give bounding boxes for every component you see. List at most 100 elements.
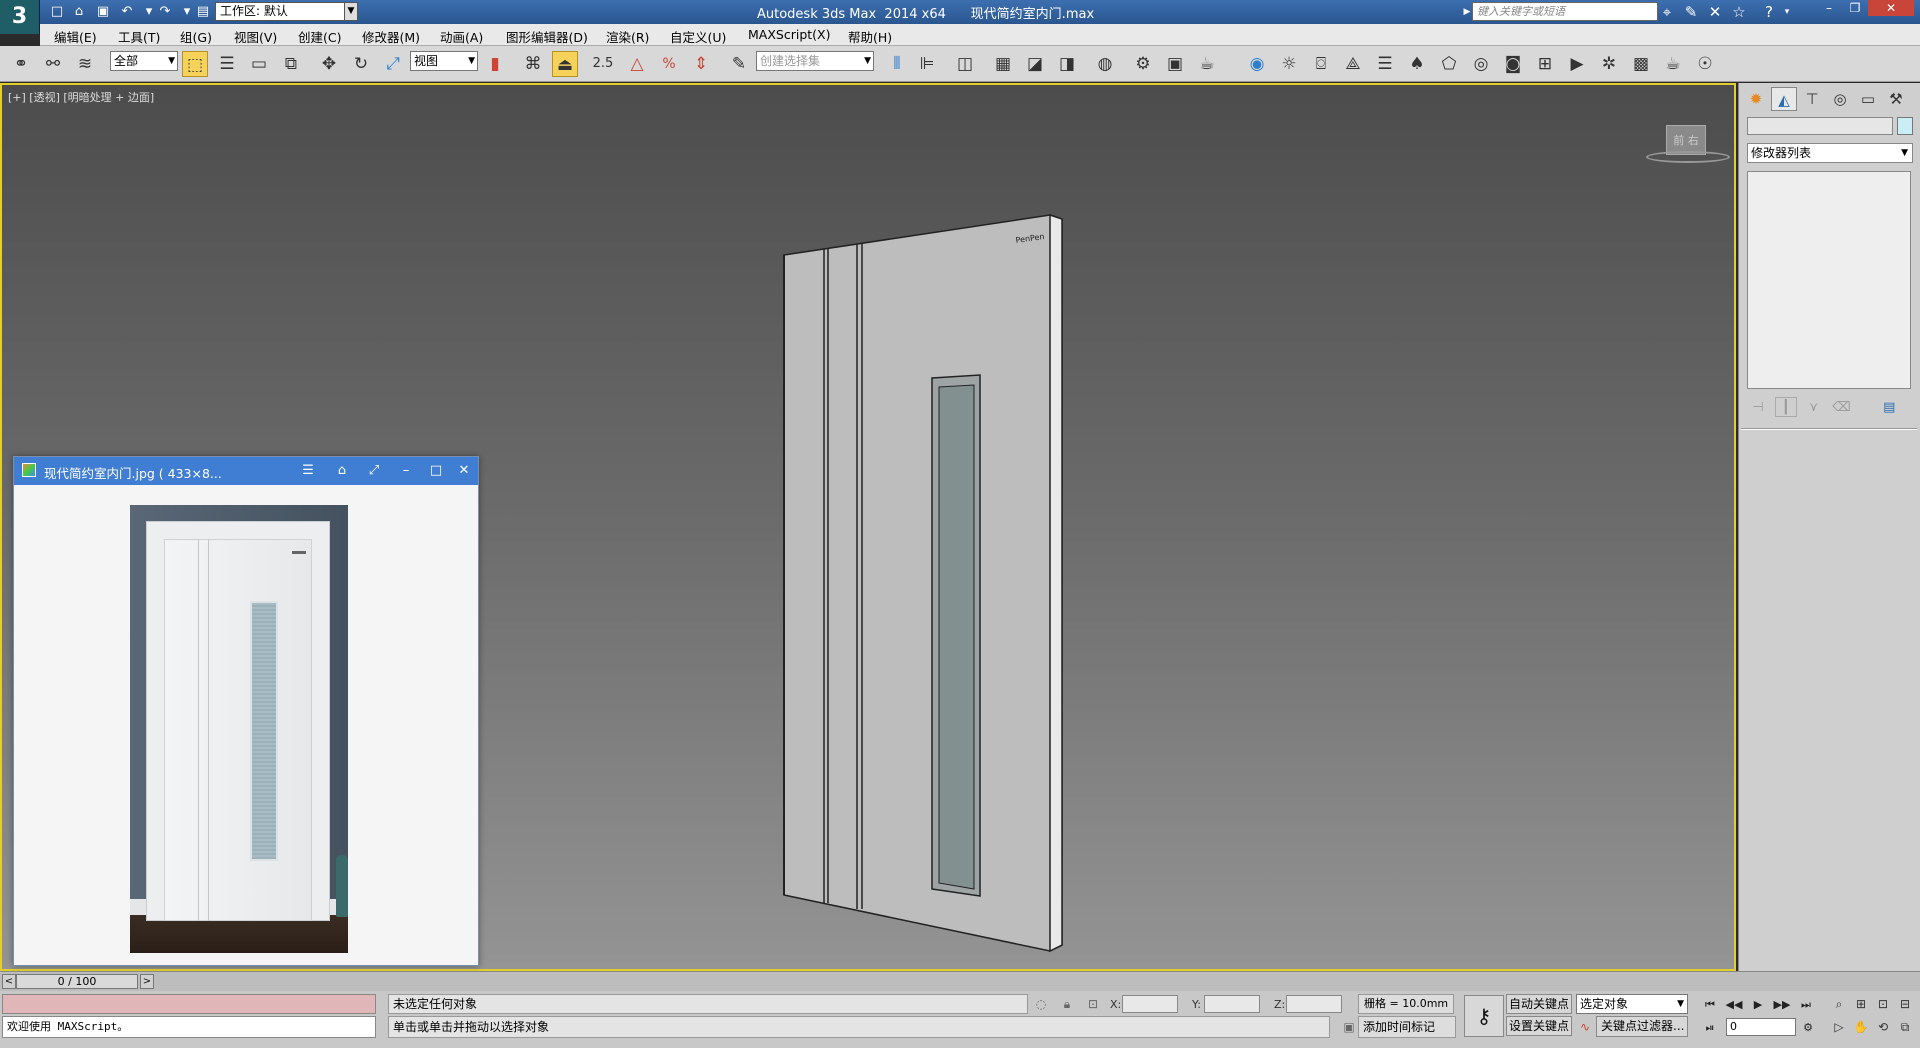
- image-viewer-titlebar[interactable]: 现代简约室内门.jpg ( 433×8... ☰ ⌂ ⤢ – □ ✕: [14, 457, 478, 485]
- zoom-extents-icon[interactable]: ⊡: [1874, 995, 1892, 1013]
- key-filters-button[interactable]: 关键点过滤器...: [1596, 1016, 1688, 1037]
- viewport-label[interactable]: [+] [透视] [明暗处理 + 边面]: [8, 89, 154, 105]
- sun-icon[interactable]: ☼: [1276, 51, 1302, 77]
- named-selection-sets-dropdown[interactable]: 创建选择集 ▼: [756, 51, 874, 71]
- y-coordinate-field[interactable]: [1204, 995, 1260, 1013]
- maximize-icon[interactable]: □: [424, 461, 448, 481]
- door-model[interactable]: PenPen: [772, 125, 1082, 955]
- selection-lock-icon[interactable]: 🔒︎: [1058, 995, 1076, 1013]
- light-bulb-icon[interactable]: ☉: [1692, 51, 1718, 77]
- set-key-icon[interactable]: ⚷: [1464, 995, 1504, 1037]
- next-frame-icon[interactable]: ▶▶: [1772, 995, 1792, 1014]
- minimize-window-icon[interactable]: –: [1816, 0, 1842, 16]
- current-frame-field[interactable]: 0: [1726, 1018, 1796, 1036]
- time-configuration-icon[interactable]: ⚙: [1798, 1018, 1818, 1037]
- angle-snap-icon[interactable]: △: [624, 51, 650, 77]
- zoom-all-icon[interactable]: ⊞: [1852, 995, 1870, 1013]
- select-scale-icon[interactable]: ⤢: [380, 51, 406, 77]
- key-selection-dropdown[interactable]: 选定对象 ▼: [1576, 994, 1688, 1014]
- close-icon[interactable]: ✕: [452, 461, 476, 481]
- select-move-icon[interactable]: ✥: [316, 51, 342, 77]
- menu-create[interactable]: 创建(C): [298, 27, 341, 46]
- perspective-viewport[interactable]: [+] [透视] [明暗处理 + 边面] 前 右 PenPen 现代简约室内门.…: [0, 83, 1736, 971]
- modifier-stack[interactable]: [1747, 171, 1911, 389]
- align-icon[interactable]: ⊫: [914, 51, 940, 77]
- snaps-toggle-icon[interactable]: 2.5: [590, 51, 616, 77]
- viewcube[interactable]: 前 右: [1646, 125, 1736, 169]
- menu-maxscript[interactable]: MAXScript(X): [748, 27, 830, 42]
- object-name-field[interactable]: [1747, 117, 1893, 135]
- mirror-icon[interactable]: ⫴: [884, 51, 910, 77]
- time-tag-icon[interactable]: ▣: [1340, 1018, 1358, 1036]
- percent-snap-icon[interactable]: %: [656, 51, 682, 77]
- key-mode-toggle-icon[interactable]: ⏯: [1700, 1018, 1720, 1037]
- unlink-icon[interactable]: ⚯: [40, 51, 66, 77]
- orbit-icon[interactable]: ⟲: [1874, 1018, 1892, 1036]
- rectangular-selection-icon[interactable]: ▭: [246, 51, 272, 77]
- render-setup-icon[interactable]: ⚙: [1130, 51, 1156, 77]
- save-icon[interactable]: ▣: [94, 3, 112, 21]
- menu-tools[interactable]: 工具(T): [118, 27, 160, 46]
- pivot-center-icon[interactable]: ▮: [482, 51, 508, 77]
- prev-frame-arrow-icon[interactable]: <: [2, 974, 16, 989]
- object-color-swatch[interactable]: [1897, 117, 1913, 135]
- material-editor-icon[interactable]: ◍: [1092, 51, 1118, 77]
- create-tab-icon[interactable]: ✹: [1743, 87, 1769, 111]
- teapot-icon[interactable]: ☕: [1660, 51, 1686, 77]
- make-unique-icon[interactable]: ⋎: [1803, 398, 1825, 418]
- utilities-tab-icon[interactable]: ⚒: [1883, 87, 1909, 111]
- image-viewer-window[interactable]: 现代简约室内门.jpg ( 433×8... ☰ ⌂ ⤢ – □ ✕: [13, 456, 479, 966]
- show-end-result-icon[interactable]: ┃: [1774, 397, 1797, 417]
- menu-views[interactable]: 视图(V): [234, 27, 277, 46]
- space-warp-icon[interactable]: ◙: [1500, 51, 1526, 77]
- remove-modifier-icon[interactable]: ⌫: [1830, 398, 1852, 418]
- go-to-start-icon[interactable]: ⏮: [1700, 995, 1720, 1014]
- modifier-list-dropdown[interactable]: 修改器列表 ▼: [1747, 143, 1913, 163]
- door-slab[interactable]: [783, 214, 1063, 952]
- new-file-icon[interactable]: □: [48, 3, 66, 21]
- menu-graph-editors[interactable]: 图形编辑器(D): [506, 27, 588, 46]
- favorites-star-icon[interactable]: ☆: [1728, 2, 1750, 22]
- field-of-view-icon[interactable]: ▷: [1830, 1018, 1848, 1036]
- spinner-snap-icon[interactable]: ⇕: [688, 51, 714, 77]
- workspace-dropdown[interactable]: 工作区: 默认: [215, 2, 345, 21]
- menu-help[interactable]: 帮助(H): [848, 27, 892, 46]
- shape-icon[interactable]: ⬠: [1436, 51, 1462, 77]
- render-production-icon[interactable]: ☕: [1194, 51, 1220, 77]
- minimize-icon[interactable]: –: [394, 461, 418, 481]
- app-logo-icon[interactable]: 3: [0, 0, 40, 34]
- menu-customize[interactable]: 自定义(U): [670, 27, 726, 46]
- close-window-icon[interactable]: ✕: [1868, 0, 1914, 16]
- camera-icon[interactable]: ⌼: [1308, 51, 1334, 77]
- x-coordinate-field[interactable]: [1122, 995, 1178, 1013]
- menu-rendering[interactable]: 渲染(R): [606, 27, 649, 46]
- maxscript-listener-output[interactable]: [2, 994, 376, 1014]
- keyword-search-input[interactable]: 键入关键字或短语: [1472, 2, 1658, 21]
- reference-coordinate-dropdown[interactable]: 视图 ▼: [410, 51, 478, 71]
- motion-tab-icon[interactable]: ◎: [1827, 87, 1853, 111]
- auto-key-button[interactable]: 自动关键点: [1506, 994, 1572, 1014]
- time-slider[interactable]: 0 / 100: [16, 974, 138, 989]
- select-rotate-icon[interactable]: ↻: [348, 51, 374, 77]
- communication-center-icon[interactable]: ✕: [1704, 2, 1726, 22]
- layer-manager-icon[interactable]: ◫: [952, 51, 978, 77]
- restore-window-icon[interactable]: ❐: [1842, 0, 1868, 16]
- menu-icon[interactable]: ☰: [296, 461, 320, 481]
- geometry-icon[interactable]: ◎: [1468, 51, 1494, 77]
- bind-space-warp-icon[interactable]: ≋: [72, 51, 98, 77]
- open-file-icon[interactable]: ⌂: [70, 3, 88, 21]
- modify-tab-icon[interactable]: ◭: [1771, 87, 1797, 111]
- isolate-selection-icon[interactable]: ◌: [1032, 995, 1050, 1013]
- undo-icon[interactable]: ↶: [118, 3, 136, 21]
- edit-named-selection-icon[interactable]: ✎: [726, 51, 752, 77]
- z-coordinate-field[interactable]: [1286, 995, 1342, 1013]
- menu-edit[interactable]: 编辑(E): [54, 27, 97, 46]
- project-folder-icon[interactable]: ▤: [194, 3, 212, 21]
- hierarchy-tab-icon[interactable]: ⊤: [1799, 87, 1825, 111]
- schematic-view-icon[interactable]: ◨: [1054, 51, 1080, 77]
- zoom-icon[interactable]: ⌕: [1830, 995, 1848, 1013]
- play-icon[interactable]: ▶: [1748, 995, 1768, 1014]
- fullscreen-icon[interactable]: ⤢: [362, 461, 386, 481]
- zoom-extents-all-icon[interactable]: ⊟: [1896, 995, 1914, 1013]
- graphite-modeling-icon[interactable]: ▦: [990, 51, 1016, 77]
